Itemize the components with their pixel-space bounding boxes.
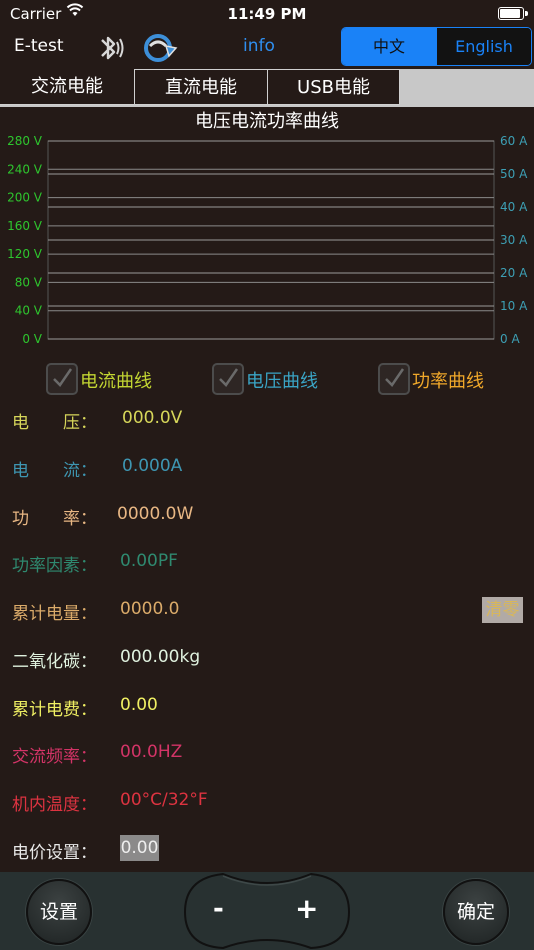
reading-label: 电 压：: [12, 413, 97, 433]
sync-icon[interactable]: [140, 30, 180, 66]
app-title: E-test: [14, 36, 64, 56]
tick-label-current: 50 A: [500, 167, 528, 181]
voltage-current-power-chart: 0 V 40 V 80 V 120 V 160 V 200 V 240 V 280 V 0 A 1…: [7, 134, 528, 346]
info-link[interactable]: info: [243, 36, 275, 56]
chart-title: 电压电流功率曲线: [195, 111, 339, 132]
tick-label-current: 40 A: [500, 200, 528, 214]
status-bar: Carrier 11:49 PM: [0, 0, 534, 28]
decrement-button[interactable]: -: [213, 894, 224, 924]
tick-label-voltage: 280 V: [7, 134, 43, 148]
reading-label: 交流频率：: [12, 747, 97, 767]
tick-label-current: 10 A: [500, 299, 528, 313]
language-option-chinese[interactable]: 中文: [342, 28, 436, 65]
tick-label-voltage: 120 V: [7, 247, 43, 261]
reading-value: 000.00kg: [120, 647, 201, 667]
tick-label-voltage: 200 V: [7, 191, 43, 205]
battery-icon: [498, 7, 528, 20]
reading-value: 0.00: [120, 695, 158, 715]
language-option-english[interactable]: English: [436, 28, 531, 65]
reading-value: 00°C/32°F: [120, 790, 208, 810]
language-segmented-control[interactable]: 中文 English: [341, 27, 532, 66]
reading-label: 累计电费：: [12, 700, 97, 720]
increment-button[interactable]: +: [295, 892, 318, 925]
reading-value: 0.00PF: [120, 551, 178, 571]
tick-label-voltage: 40 V: [15, 304, 43, 318]
reading-value: 0000.0W: [117, 504, 194, 524]
tick-label-current: 0 A: [500, 332, 520, 346]
reading-label: 累计电量：: [12, 604, 97, 624]
price-setting-input[interactable]: 0.00: [120, 835, 159, 861]
checkmark-icon: [46, 363, 78, 395]
reading-label: 机内温度：: [12, 795, 97, 815]
checkmark-icon: [378, 363, 410, 395]
reading-value: 0000.0: [120, 599, 180, 619]
clear-energy-button[interactable]: 清零: [482, 597, 523, 623]
tab-dc-energy[interactable]: 直流电能: [134, 69, 268, 105]
settings-button[interactable]: 设置: [26, 879, 92, 945]
confirm-button[interactable]: 确定: [443, 879, 509, 945]
tab-usb-energy[interactable]: USB电能: [267, 69, 400, 105]
nav-bar: E-test info 中文 English: [0, 27, 534, 68]
tick-label-current: 20 A: [500, 266, 528, 280]
reading-label: 二氧化碳：: [12, 652, 97, 672]
tick-label-voltage: 160 V: [7, 219, 43, 233]
checkbox-label: 电流曲线: [80, 371, 152, 392]
tick-label-voltage: 240 V: [7, 162, 43, 176]
checkbox-label: 功率曲线: [412, 371, 484, 392]
reading-value: 0.000A: [122, 456, 183, 476]
tick-label-voltage: 80 V: [15, 275, 43, 289]
reading-value: 000.0V: [122, 408, 183, 428]
clock: 11:49 PM: [227, 5, 307, 23]
checkbox-label: 电压曲线: [246, 371, 318, 392]
tab-ac-energy[interactable]: 交流电能: [0, 69, 135, 105]
reading-label: 功 率：: [12, 509, 97, 529]
energy-tabs: 交流电能 直流电能 USB电能: [0, 69, 534, 107]
reading-label: 电价设置：: [12, 843, 97, 863]
bluetooth-icon[interactable]: [92, 30, 126, 68]
tick-label-current: 30 A: [500, 233, 528, 247]
reading-value: 00.0HZ: [120, 742, 183, 762]
reading-label: 电 流：: [12, 461, 97, 481]
checkmark-icon: [212, 363, 244, 395]
reading-label: 功率因素：: [12, 556, 97, 576]
tick-label-current: 60 A: [500, 134, 528, 148]
bottom-toolbar: 设置 - + 确定: [0, 872, 534, 950]
tick-label-voltage: 0 V: [22, 332, 42, 346]
value-stepper: - +: [183, 872, 351, 950]
